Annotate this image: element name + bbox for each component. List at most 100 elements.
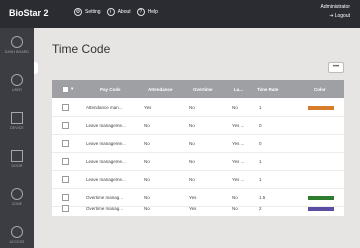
table-row[interactable]: Overtime manag... No Yes No 2 bbox=[52, 205, 344, 216]
overtime-cell: Yes bbox=[189, 206, 197, 211]
table-row[interactable]: Overtime manag... No Yes No 1.5 bbox=[52, 189, 344, 207]
overtime-cell: No bbox=[189, 177, 195, 182]
time-rate-cell: 1 bbox=[259, 105, 262, 110]
help-label: Help bbox=[147, 9, 158, 15]
row-checkbox[interactable] bbox=[62, 140, 69, 147]
header-overtime[interactable]: Overtime bbox=[193, 87, 213, 92]
logout-link[interactable]: ⇥ Logout bbox=[321, 13, 350, 19]
user-name: Administrator bbox=[320, 4, 350, 10]
help-link[interactable]: ? Help bbox=[136, 8, 158, 16]
time-rate-cell: 1 bbox=[259, 159, 262, 164]
attendance-cell: No bbox=[144, 159, 150, 164]
color-swatch bbox=[308, 196, 334, 200]
attendance-cell: No bbox=[144, 177, 150, 182]
time-rate-cell: 1 bbox=[259, 177, 262, 182]
overtime-cell: No bbox=[189, 123, 195, 128]
help-icon: ? bbox=[136, 8, 145, 16]
app-logo[interactable]: BioStar 2 bbox=[9, 8, 49, 18]
leave-cell: Yes ... bbox=[232, 177, 245, 182]
table-row[interactable]: Leave manageme... No No Yes ... 0 bbox=[52, 135, 344, 153]
header-leave[interactable]: La... bbox=[234, 87, 243, 92]
overtime-cell: No bbox=[189, 141, 195, 146]
leave-cell: No bbox=[232, 105, 238, 110]
attendance-cell: Yes bbox=[144, 105, 152, 110]
attendance-cell: No bbox=[144, 206, 150, 211]
info-icon: i bbox=[106, 8, 115, 16]
leave-cell: Yes ... bbox=[232, 159, 245, 164]
color-swatch bbox=[308, 207, 334, 211]
sidebar-item-label: ACCESS bbox=[9, 240, 25, 244]
about-label: About bbox=[117, 9, 131, 15]
row-checkbox[interactable] bbox=[62, 176, 69, 183]
pay-code-cell: Leave manageme... bbox=[86, 159, 126, 164]
time-code-table: ▾ Pay Code Attendance Overtime La... Tim… bbox=[52, 80, 344, 216]
row-checkbox[interactable] bbox=[62, 194, 69, 201]
sidebar-item-door[interactable]: DOOR bbox=[0, 150, 34, 168]
table-row[interactable]: Leave manageme... No No Yes ... 1 bbox=[52, 171, 344, 189]
sidebar: DASH BOARD USER DEVICE DOOR ZONE ACCESS bbox=[0, 28, 34, 248]
page-title: Time Code bbox=[52, 42, 111, 56]
zone-icon bbox=[11, 188, 23, 200]
pay-code-cell: Overtime manag... bbox=[86, 195, 124, 200]
time-rate-cell: 1.5 bbox=[259, 195, 266, 200]
setting-link[interactable]: ⚙ Setting bbox=[74, 8, 101, 16]
pay-code-cell: Leave manageme... bbox=[86, 141, 126, 146]
dashboard-icon bbox=[11, 36, 23, 48]
user-icon bbox=[11, 74, 23, 86]
sidebar-item-label: USER bbox=[11, 88, 23, 92]
user-area: Administrator ⇥ Logout bbox=[321, 4, 350, 19]
pay-code-cell: Overtime manag... bbox=[86, 206, 124, 211]
attendance-cell: No bbox=[144, 141, 150, 146]
row-checkbox[interactable] bbox=[62, 158, 69, 165]
sidebar-item-user[interactable]: USER bbox=[0, 74, 34, 92]
header-color[interactable]: Color bbox=[314, 87, 326, 92]
leave-cell: No bbox=[232, 206, 238, 211]
door-icon bbox=[11, 150, 23, 162]
top-bar: BioStar 2 ⚙ Setting i About ? Help Admin… bbox=[0, 0, 360, 28]
table-row[interactable]: Leave manageme... No No Yes ... 1 bbox=[52, 153, 344, 171]
header-time-rate[interactable]: Time Rate bbox=[257, 87, 278, 92]
overtime-cell: Yes bbox=[189, 195, 197, 200]
pay-code-cell: Leave manageme... bbox=[86, 177, 126, 182]
logout-label: Logout bbox=[334, 13, 350, 19]
more-options-button[interactable]: ••• bbox=[328, 62, 344, 73]
device-icon bbox=[11, 112, 23, 124]
sidebar-item-label: DASH BOARD bbox=[4, 50, 30, 54]
pay-code-cell: Leave manageme... bbox=[86, 123, 126, 128]
sidebar-item-access[interactable]: ACCESS bbox=[0, 226, 34, 244]
time-rate-cell: 2 bbox=[259, 206, 262, 211]
row-checkbox[interactable] bbox=[62, 122, 69, 129]
sidebar-item-label: ZONE bbox=[11, 202, 23, 206]
sidebar-toggle-handle[interactable] bbox=[34, 62, 38, 74]
time-rate-cell: 0 bbox=[259, 141, 262, 146]
attendance-cell: No bbox=[144, 195, 150, 200]
table-header: ▾ Pay Code Attendance Overtime La... Tim… bbox=[52, 80, 344, 98]
table-row[interactable]: Attendance man... Yes No No 1 bbox=[52, 99, 344, 117]
gear-icon: ⚙ bbox=[74, 8, 82, 16]
chevron-down-icon[interactable]: ▾ bbox=[71, 86, 73, 92]
row-checkbox[interactable] bbox=[62, 205, 69, 212]
color-swatch bbox=[308, 106, 334, 110]
leave-cell: No bbox=[232, 195, 238, 200]
sidebar-item-zone[interactable]: ZONE bbox=[0, 188, 34, 206]
header-attendance[interactable]: Attendance bbox=[148, 87, 173, 92]
sidebar-item-device[interactable]: DEVICE bbox=[0, 112, 34, 130]
header-pay-code[interactable]: Pay Code bbox=[100, 87, 121, 92]
table-row[interactable]: Leave manageme... No No Yes ... 0 bbox=[52, 117, 344, 135]
row-checkbox[interactable] bbox=[62, 104, 69, 111]
setting-label: Setting bbox=[85, 9, 101, 15]
leave-cell: Yes ... bbox=[232, 123, 245, 128]
sidebar-item-label: DEVICE bbox=[10, 126, 24, 130]
sidebar-item-label: DOOR bbox=[11, 164, 23, 168]
access-icon bbox=[11, 226, 23, 238]
top-nav: ⚙ Setting i About ? Help bbox=[74, 8, 158, 16]
time-rate-cell: 0 bbox=[259, 123, 262, 128]
overtime-cell: No bbox=[189, 105, 195, 110]
sidebar-item-dashboard[interactable]: DASH BOARD bbox=[0, 36, 34, 54]
about-link[interactable]: i About bbox=[106, 8, 131, 16]
pay-code-cell: Attendance man... bbox=[86, 105, 123, 110]
logout-icon: ⇥ bbox=[329, 13, 334, 19]
select-all-checkbox[interactable] bbox=[62, 86, 69, 93]
overtime-cell: No bbox=[189, 159, 195, 164]
leave-cell: Yes ... bbox=[232, 141, 245, 146]
